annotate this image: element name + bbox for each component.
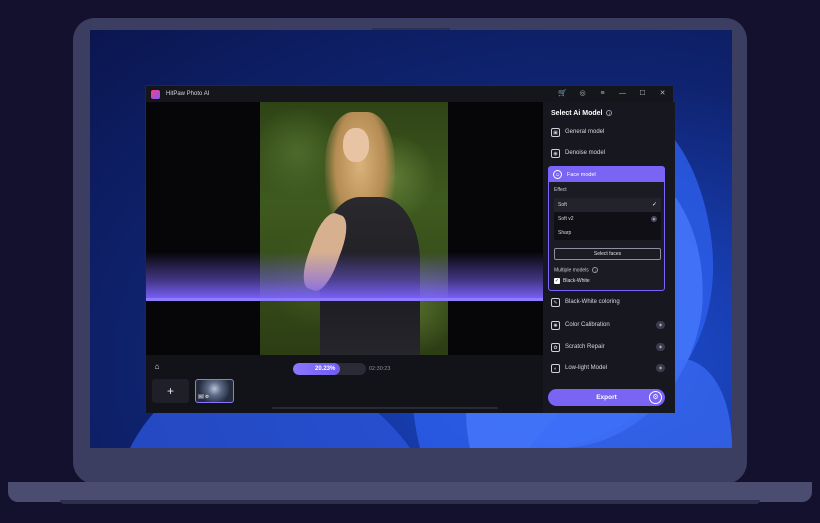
panel-title-text: Select Ai Model [551, 110, 603, 117]
gear-icon[interactable]: ⚙ [649, 391, 662, 404]
model-label: General model [565, 129, 605, 135]
time-remaining: 02:30:23 [369, 366, 391, 372]
model-label: Denoise model [565, 150, 606, 156]
info-icon[interactable]: i [606, 110, 613, 117]
export-button[interactable]: Export ⚙ [548, 389, 665, 406]
multiple-models-text: Multiple models [554, 267, 589, 274]
repair-icon: ✿ [551, 342, 560, 352]
model-label: Low-light Model [565, 365, 608, 371]
model-scratch-repair[interactable]: ✿ Scratch Repair ◈ [551, 339, 669, 355]
processing-scan-line [146, 298, 543, 301]
model-panel: Select Ai Model i ▣ General model ◉ Deno… [543, 102, 675, 413]
effect-option-sharp[interactable]: Sharp [554, 226, 661, 240]
app-window: HitPaw Photo AI 🛒 ◎ ≡ — ☐ ✕ ⌂ 20.23% 02:… [145, 85, 675, 413]
brush-icon: ✎ [551, 297, 560, 307]
check-icon: ✓ [651, 202, 657, 208]
face-model-card: ☺ Face model Effect Soft ✓ Soft v2 ◈ Sha… [548, 166, 665, 291]
effect-label: Effect [554, 187, 567, 193]
processing-scan-band [146, 252, 543, 300]
minimize-icon[interactable]: — [618, 89, 627, 98]
multiple-models-label: Multiple models i [554, 267, 599, 274]
premium-badge-icon: ◈ [656, 321, 665, 329]
title-bar: HitPaw Photo AI 🛒 ◎ ≡ — ☐ ✕ [146, 86, 673, 102]
model-color-calibration[interactable]: ✺ Color Calibration ◈ [551, 317, 669, 333]
effect-option-label: Sharp [558, 230, 572, 236]
half-moon-icon: ◐ [551, 363, 560, 373]
image-viewer [146, 102, 543, 355]
menu-icon[interactable]: ≡ [598, 89, 607, 98]
thumbnail-scrollbar[interactable] [272, 407, 498, 409]
model-general[interactable]: ▣ General model [551, 124, 669, 140]
model-label: Color Calibration [565, 322, 610, 328]
laptop-base-foot [60, 500, 760, 504]
bottom-strip: ⌂ 20.23% 02:30:23 + 🖼 ⚙ [146, 355, 543, 413]
effect-option-soft[interactable]: Soft ✓ [554, 198, 661, 212]
premium-badge-icon: ◈ [656, 343, 665, 351]
model-label: Face model [567, 171, 596, 178]
cart-icon[interactable]: 🛒 [558, 89, 567, 98]
home-icon[interactable]: ⌂ [151, 361, 163, 373]
premium-badge-icon: ◈ [656, 364, 665, 372]
panel-title: Select Ai Model i [551, 110, 613, 117]
image-icon: ▣ [551, 127, 560, 137]
account-icon[interactable]: ◎ [578, 89, 587, 98]
progress-text: 20.23% [315, 366, 336, 372]
laptop-base [8, 482, 812, 502]
model-low-light[interactable]: ◐ Low-light Model ◈ [551, 360, 669, 376]
face-icon: ☺ [553, 170, 562, 179]
maximize-icon[interactable]: ☐ [638, 89, 647, 98]
premium-badge-icon: ◈ [651, 216, 657, 222]
effect-list: Soft ✓ Soft v2 ◈ Sharp [554, 198, 661, 240]
model-label: Scratch Repair [565, 344, 605, 350]
info-icon[interactable]: i [592, 267, 599, 273]
sun-icon: ✺ [551, 320, 560, 330]
black-white-checkbox-row[interactable]: ✓ Black-White [554, 278, 590, 284]
denoise-icon: ◉ [551, 148, 560, 158]
progress-bar: 20.23% [293, 363, 366, 375]
export-label: Export [596, 394, 617, 401]
effect-option-soft-v2[interactable]: Soft v2 ◈ [554, 212, 661, 226]
photo-subject-face [343, 128, 369, 162]
window-title: HitPaw Photo AI [166, 91, 210, 97]
model-bw-coloring[interactable]: ✎ Black-White coloring [551, 294, 669, 310]
app-logo-icon [151, 89, 160, 99]
model-denoise[interactable]: ◉ Denoise model [551, 145, 669, 161]
effect-option-label: Soft v2 [558, 216, 574, 222]
select-faces-button[interactable]: Select faces [554, 248, 661, 260]
model-label: Black-White coloring [565, 299, 620, 305]
portrait-photo [260, 102, 448, 355]
thumbnail-badge-icon: 🖼 ⚙ [198, 394, 209, 399]
add-image-button[interactable]: + [152, 379, 189, 403]
close-icon[interactable]: ✕ [658, 89, 667, 98]
image-thumbnail[interactable]: 🖼 ⚙ [195, 379, 234, 403]
black-white-label: Black-White [563, 278, 590, 284]
model-face[interactable]: ☺ Face model [549, 167, 664, 182]
checkbox-checked[interactable]: ✓ [554, 278, 560, 284]
effect-option-label: Soft [558, 202, 567, 208]
